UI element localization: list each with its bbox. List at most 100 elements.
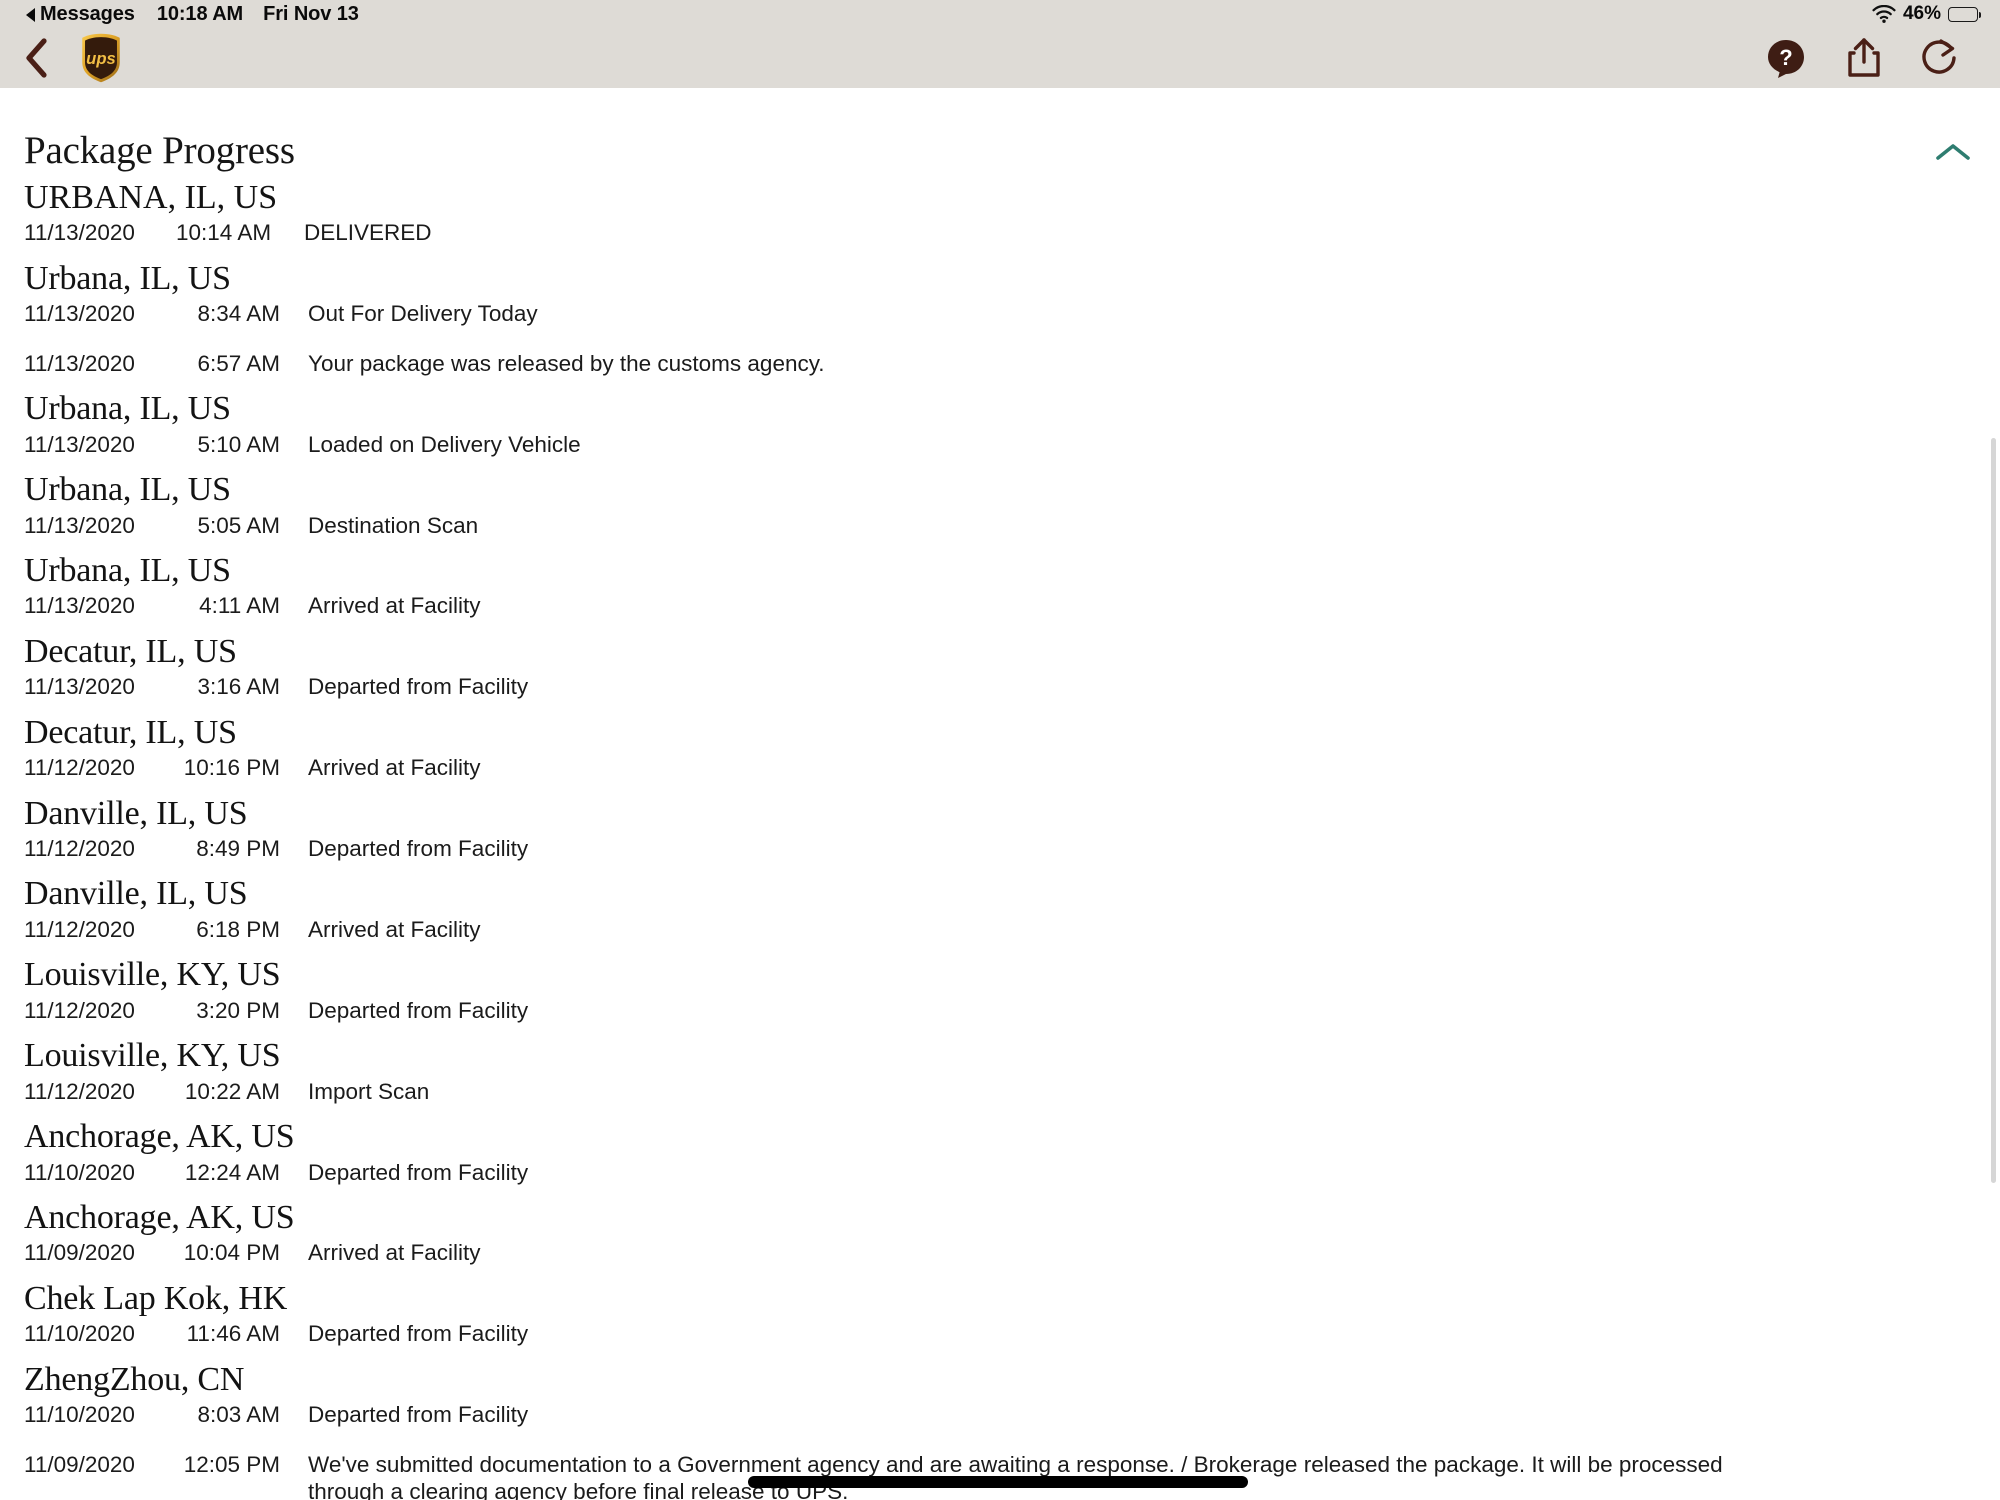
package-progress-event: Decatur, IL, US 11/13/2020 3:16 AM Departed… [0, 632, 2000, 701]
event-location: ZhengZhou, CN [24, 1360, 245, 1398]
event-location: Louisville, KY, US [24, 1037, 281, 1075]
event-date: 11/12/2020 [24, 755, 135, 781]
event-date: 11/13/2020 [24, 674, 135, 700]
event-date: 11/10/2020 [24, 1402, 135, 1428]
refresh-button[interactable] [1920, 36, 1964, 80]
app-nav-bar: ups ? [0, 28, 2000, 88]
event-location: Decatur, IL, US [24, 713, 237, 751]
event-status: Departed from Facility [308, 674, 529, 700]
event-date: 11/13/2020 [24, 593, 135, 619]
event-status: Your package was released by the customs… [308, 350, 825, 376]
wifi-icon [1872, 5, 1896, 23]
help-button[interactable]: ? [1764, 36, 1808, 80]
event-row: 11/13/2020 8:34 AM Out For Delivery Today [0, 300, 2000, 327]
event-status: Arrived at Facility [308, 1240, 481, 1266]
package-progress-event: Danville, IL, US 11/12/2020 8:49 PM Departe… [0, 794, 2000, 863]
event-location: Chek Lap Kok, HK [24, 1279, 288, 1317]
package-progress-event: Anchorage, AK, US 11/09/2020 10:04 PM Arriv… [0, 1198, 2000, 1267]
event-row: 11/10/2020 11:46 AM Departed from Facility [0, 1320, 2000, 1347]
package-progress-event: Urbana, IL, US 11/13/2020 5:05 AM Destinati… [0, 470, 2000, 539]
event-location: Anchorage, AK, US [24, 1118, 295, 1156]
event-location: Urbana, IL, US [24, 471, 231, 509]
event-status: Departed from Facility [308, 1402, 529, 1428]
event-date: 11/13/2020 [24, 512, 135, 538]
event-date: 11/13/2020 [24, 220, 135, 246]
event-time: 8:34 AM [197, 301, 280, 327]
event-date: 11/10/2020 [24, 1321, 135, 1347]
refresh-circular-arrow-icon [1922, 39, 1956, 74]
status-bar-left-group[interactable]: Messages 10:18 AM Fri Nov 13 [26, 3, 359, 26]
event-status: Departed from Facility [308, 836, 529, 861]
package-progress-event: Urbana, IL, US 11/13/2020 8:34 AM Out For D… [0, 259, 2000, 377]
status-bar-time: 10:18 AM [156, 2, 244, 25]
help-question-bubble-icon: ? [1768, 40, 1804, 78]
event-row: 11/13/2020 5:10 AM Loaded on Delivery Vehi… [0, 431, 2000, 458]
event-time: 10:14 AM [176, 220, 272, 246]
event-row: 11/13/2020 4:11 AM Arrived at Facility [0, 592, 2000, 619]
event-status: Arrived at Facility [308, 916, 481, 942]
nav-bar-actions: ? [1764, 36, 1980, 80]
event-time: 3:16 AM [197, 674, 280, 700]
event-date: 11/09/2020 [24, 1240, 135, 1266]
back-button[interactable] [14, 36, 58, 80]
event-row: 11/13/2020 6:57 AM Your package was releas… [0, 350, 2000, 377]
status-bar-date: Fri Nov 13 [263, 2, 359, 25]
event-date: 11/12/2020 [24, 997, 135, 1023]
package-progress-event: Chek Lap Kok, HK 11/10/2020 11:46 AM Depart… [0, 1279, 2000, 1348]
vertical-scrollbar[interactable] [1991, 438, 1996, 1183]
event-location: Louisville, KY, US [24, 956, 281, 994]
event-date: 11/10/2020 [24, 1159, 135, 1185]
event-time: 10:04 PM [183, 1240, 280, 1266]
chevron-left-icon [26, 38, 47, 78]
svg-text:ups: ups [86, 49, 116, 68]
event-location: Decatur, IL, US [24, 632, 237, 670]
event-time: 5:10 AM [197, 431, 280, 457]
event-location: Urbana, IL, US [24, 551, 231, 589]
event-date: 11/13/2020 [24, 350, 135, 376]
event-row: 11/13/2020 10:14 AM DELIVERED [0, 219, 2000, 246]
status-bar-right-group: 46% [1872, 3, 1981, 25]
event-location: Urbana, IL, US [24, 390, 231, 428]
share-button[interactable] [1842, 36, 1886, 80]
event-time: 3:20 PM [196, 997, 280, 1023]
chevron-up-icon [1936, 144, 1970, 160]
event-row: 11/10/2020 8:03 AM Departed from Facility [0, 1401, 2000, 1428]
event-location: Anchorage, AK, US [24, 1198, 295, 1236]
event-time: 10:22 AM [184, 1078, 280, 1104]
ups-shield-logo[interactable]: ups [80, 33, 122, 83]
event-date: 11/09/2020 [24, 1451, 135, 1477]
event-status: Destination Scan [308, 512, 479, 538]
event-location: Danville, IL, US [24, 875, 248, 913]
battery-icon [1948, 6, 1981, 22]
event-location: Danville, IL, US [24, 794, 248, 832]
event-status: Import Scan [308, 1078, 430, 1104]
share-upload-icon [1848, 38, 1880, 77]
event-date: 11/12/2020 [24, 1078, 135, 1104]
event-row: 11/09/2020 10:04 PM Arrived at Facility [0, 1239, 2000, 1266]
package-progress-event: Urbana, IL, US 11/13/2020 4:11 AM Arrived a… [0, 551, 2000, 620]
event-status: Departed from Facility [308, 1159, 529, 1185]
event-row: 11/10/2020 12:24 AM Departed from Facility [0, 1159, 2000, 1186]
event-time: 6:57 AM [197, 350, 280, 376]
event-row: 11/12/2020 10:22 AM Import Scan [0, 1078, 2000, 1105]
event-time: 4:11 AM [199, 593, 280, 619]
collapse-section-button[interactable] [1934, 140, 1972, 169]
section-header[interactable]: Package Progress [0, 88, 2000, 180]
page-title: Package Progress [24, 129, 295, 172]
event-status: Loaded on Delivery Vehicle [308, 431, 581, 457]
event-row: 11/13/2020 3:16 AM Departed from Facility [0, 673, 2000, 700]
event-time: 6:18 PM [196, 916, 280, 942]
package-progress-event: Decatur, IL, US 11/12/2020 10:16 PM Arrived… [0, 713, 2000, 782]
event-row: 11/12/2020 6:18 PM Arrived at Facility [0, 916, 2000, 943]
package-progress-event: Danville, IL, US 11/12/2020 6:18 PM Arrived… [0, 874, 2000, 943]
event-time: 5:05 AM [197, 512, 280, 538]
event-row: 11/12/2020 10:16 PM Arrived at Facility [0, 754, 2000, 781]
package-progress-event: Anchorage, AK, US 11/10/2020 12:24 AM Depar… [0, 1117, 2000, 1186]
event-time: 11:46 AM [186, 1321, 280, 1347]
event-status: Departed from Facility [308, 1321, 529, 1347]
back-app-label[interactable]: Messages [40, 3, 135, 26]
event-status: Arrived at Facility [308, 755, 481, 781]
package-progress-panel: Package Progress URBANA, IL, US 11/13/202… [0, 88, 2000, 1500]
package-progress-event: URBANA, IL, US 11/13/2020 10:14 AM DELIVERE… [0, 178, 2000, 247]
event-row: 11/12/2020 8:49 PM Departed from Facility [0, 835, 2000, 862]
